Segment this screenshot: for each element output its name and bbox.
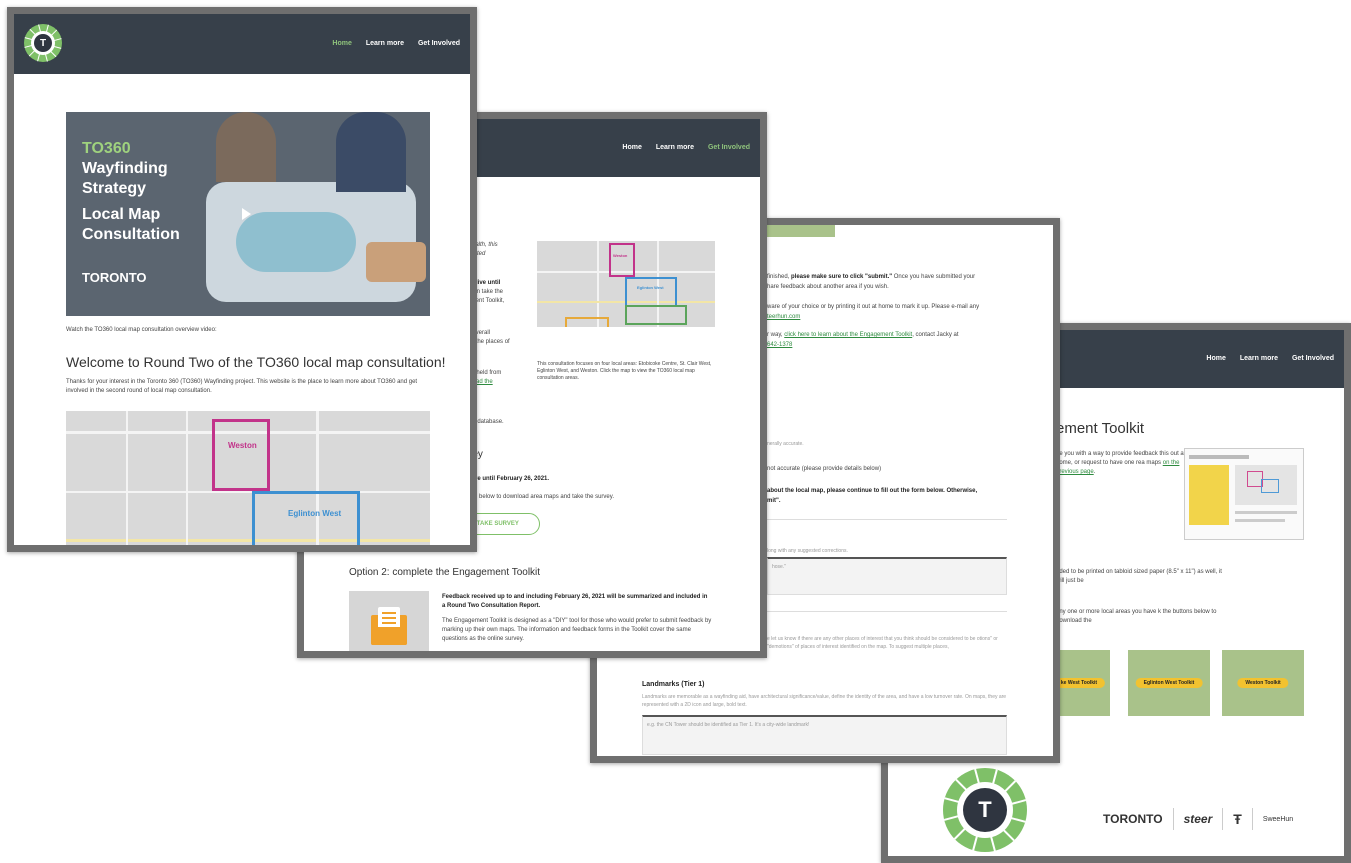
nav-learn-more[interactable]: Learn more: [656, 144, 694, 151]
toolkit-download-weston[interactable]: Weston Toolkit: [1222, 650, 1304, 716]
landmarks-heading: Landmarks (Tier 1): [642, 681, 705, 688]
nav-learn-more[interactable]: Learn more: [1240, 355, 1278, 362]
partner-logos: TORONTO steer Ŧ SweeHun: [1103, 808, 1293, 830]
engagement-toolkit-link[interactable]: click here to learn about the Engagement…: [784, 332, 912, 338]
nav-get-involved[interactable]: Get Involved: [708, 144, 750, 151]
main-nav: Home Learn more Get Involved: [622, 144, 750, 151]
toronto-logo: TORONTO: [82, 270, 147, 285]
download-paragraph: any one or more local areas you have k t…: [1056, 609, 1217, 624]
consultation-map[interactable]: Weston Eglinton West: [66, 411, 430, 545]
submit-instructions: finished, please make sure to click "sub…: [767, 274, 976, 280]
weston-label: Weston: [228, 441, 257, 450]
nav-get-involved[interactable]: Get Involved: [1292, 355, 1334, 362]
landmarks-textarea[interactable]: e.g. the CN Tower should be identified a…: [642, 715, 1007, 755]
toronto-logo: TORONTO: [1103, 812, 1163, 826]
steer-logo: steer: [1183, 812, 1213, 826]
nav-home[interactable]: Home: [1206, 355, 1225, 362]
t-symbol-icon: Ŧ: [1233, 811, 1242, 827]
eglinton-west-label: Eglinton West: [288, 509, 342, 518]
option2-heading: Option 2: complete the Engagement Toolki…: [349, 567, 541, 578]
video-caption: Watch the TO360 local map consultation o…: [66, 327, 217, 333]
toolkit-description: The Engagement Toolkit is designed as a …: [442, 618, 712, 642]
site-header: T Home Learn more Get Involved: [14, 14, 470, 74]
toolkit-line: r way, click here to learn about the Eng…: [767, 332, 959, 338]
toolkit-download-eglinton[interactable]: Eglinton West Toolkit: [1128, 650, 1210, 716]
envelope-icon: [371, 607, 407, 645]
nav-home[interactable]: Home: [332, 40, 351, 47]
nav-learn-more[interactable]: Learn more: [366, 40, 404, 47]
intro-paragraph: Thanks for your interest in the Toronto …: [66, 379, 418, 394]
page-title: ement Toolkit: [1056, 420, 1145, 437]
main-nav: Home Learn more Get Involved: [332, 40, 460, 47]
nav-home[interactable]: Home: [622, 144, 641, 151]
not-accurate-option[interactable]: not accurate (please provide details bel…: [767, 465, 881, 474]
intro-paragraph: de you with a way to provide feedback th…: [1056, 451, 1186, 475]
toolkit-tile: [349, 591, 429, 651]
phone-link[interactable]: 642-1378: [767, 341, 792, 350]
page-heading: Welcome to Round Two of the TO360 local …: [66, 354, 446, 370]
sweehun-logo: SweeHun: [1262, 815, 1294, 823]
map-caption: This consultation focuses on four local …: [537, 361, 712, 381]
consultation-areas-map[interactable]: Weston Eglinton West: [537, 241, 715, 327]
email-link[interactable]: teerhun.com: [767, 313, 800, 322]
nav-get-involved[interactable]: Get Involved: [418, 40, 460, 47]
corrections-textarea[interactable]: hose.": [767, 557, 1007, 595]
to360-logo[interactable]: T: [24, 24, 62, 62]
screenshot-card-home: T Home Learn more Get Involved TO360 Way…: [7, 7, 477, 552]
overview-video[interactable]: TO360 Wayfinding Strategy Local Map Cons…: [66, 112, 430, 316]
play-icon[interactable]: [242, 208, 251, 220]
feedback-deadline: Feedback received up to and including Fe…: [442, 594, 708, 609]
toolkit-document-thumbnail[interactable]: [1184, 448, 1304, 540]
main-nav: Home Learn more Get Involved: [1206, 355, 1334, 362]
to360-logo: T: [943, 768, 1027, 852]
printing-paragraph: nded to be printed on tabloid sized pape…: [1056, 569, 1222, 584]
